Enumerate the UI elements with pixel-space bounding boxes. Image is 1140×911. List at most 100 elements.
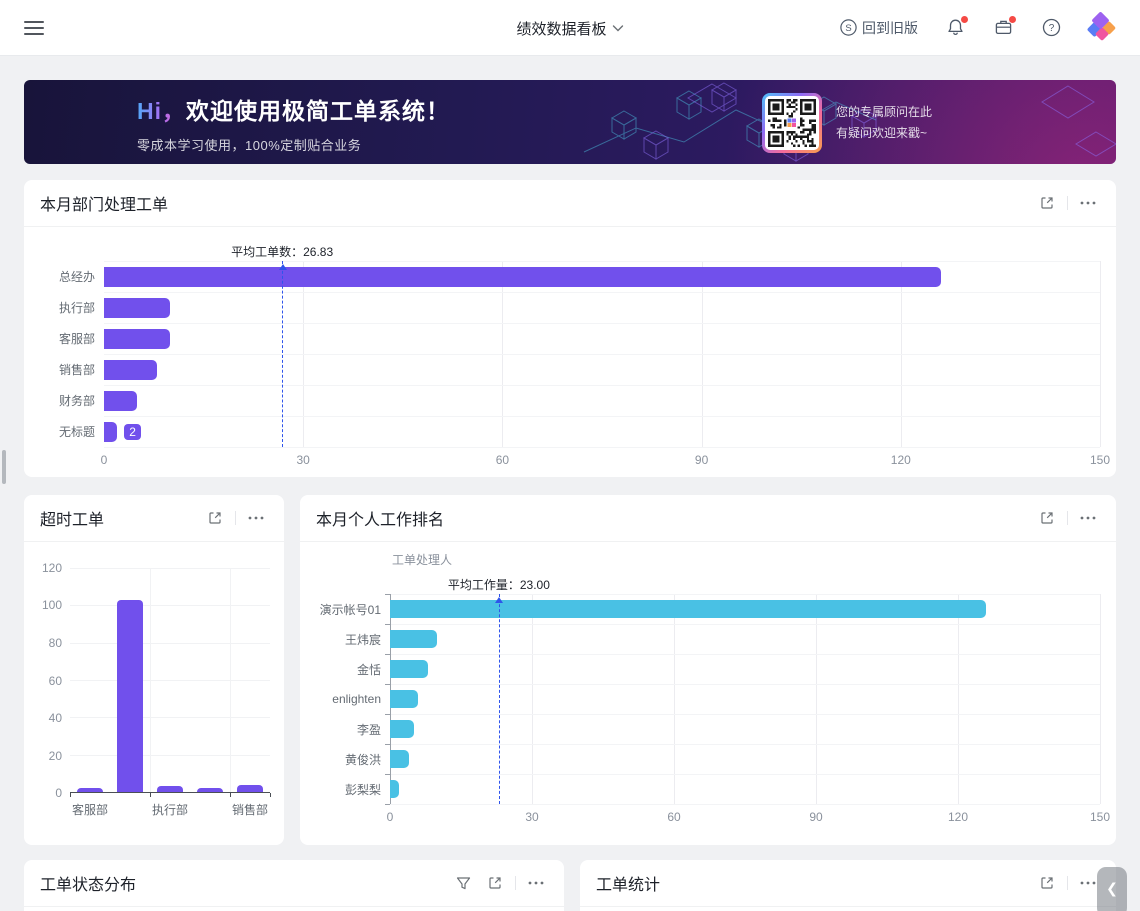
bar-row xyxy=(390,624,1100,654)
personal-bar-chart: 工单处理人平均工作量：23.00演示帐号01王炜宸金恬enlighten李盈黄俊… xyxy=(300,542,1116,832)
welcome-banner: Hi，欢迎使用极简工单系统！ 零成本学习使用，100%定制贴合业务 您的专属顾问… xyxy=(24,80,1116,164)
chart-head: 工单处理人平均工作量：23.00 xyxy=(316,550,1100,594)
expand-icon[interactable] xyxy=(203,506,227,530)
plot-grid: 2 xyxy=(104,261,1100,447)
notifications-bell-icon[interactable] xyxy=(944,17,966,39)
expand-icon[interactable] xyxy=(1035,191,1059,215)
bar-slot xyxy=(110,568,150,792)
more-menu-icon[interactable] xyxy=(1076,506,1100,530)
filter-icon[interactable] xyxy=(451,871,475,895)
category-label: 无标题 xyxy=(40,416,104,447)
dashboard-title-dropdown[interactable]: 绩效数据看板 xyxy=(516,0,623,56)
x-category-label: 销售部 xyxy=(230,801,270,818)
plot-grid xyxy=(390,594,1100,804)
banner-title: Hi，欢迎使用极简工单系统！ xyxy=(137,92,450,126)
x-tick-label: 0 xyxy=(387,810,394,824)
bar[interactable] xyxy=(390,660,428,678)
page-scrollbar-thumb[interactable] xyxy=(2,450,6,484)
bar[interactable] xyxy=(104,391,137,411)
svg-text:S: S xyxy=(845,23,851,34)
gridline xyxy=(1100,261,1101,447)
bar[interactable] xyxy=(237,785,263,792)
divider xyxy=(1067,196,1068,210)
bar-row xyxy=(104,323,1100,354)
svg-text:?: ? xyxy=(1048,23,1054,34)
card-personal-ranking: 本月个人工作排名 工单处理人平均工作量：23.00演示帐号01王炜宸金恬enli… xyxy=(300,495,1116,845)
card-dept-workorders: 本月部门处理工单 平均工单数：26.83总经办执行部客服部销售部财务部无标题20… xyxy=(24,180,1116,477)
category-label: 客服部 xyxy=(40,323,104,354)
expand-icon[interactable] xyxy=(483,871,507,895)
chart-plot-area: 演示帐号01王炜宸金恬enlighten李盈黄俊洪彭梨梨 xyxy=(316,594,1100,804)
x-axis: 客服部执行部销售部 xyxy=(38,801,270,818)
bar-row xyxy=(390,654,1100,684)
average-dashed-line xyxy=(282,261,283,447)
category-label: 金恬 xyxy=(316,654,390,684)
banner-subtitle: 零成本学习使用，100%定制贴合业务 xyxy=(137,135,450,154)
bars-layer xyxy=(70,568,270,792)
divider xyxy=(515,876,516,890)
back-to-old-version-button[interactable]: S 回到旧版 xyxy=(840,18,918,38)
card-header: 超时工单 xyxy=(24,495,284,542)
category-label: enlighten xyxy=(316,684,390,714)
row-separator xyxy=(104,447,1100,448)
y-tick-label: 80 xyxy=(49,636,62,650)
help-icon[interactable]: ? xyxy=(1040,17,1062,39)
more-menu-icon[interactable] xyxy=(244,506,268,530)
card-title: 超时工单 xyxy=(40,506,203,530)
average-line-label: 平均工单数：26.83 xyxy=(231,243,333,260)
hamburger-menu-icon[interactable] xyxy=(24,21,44,35)
app-logo[interactable] xyxy=(1088,14,1116,42)
bar[interactable] xyxy=(390,720,414,738)
row-separator xyxy=(390,804,1100,805)
bar[interactable] xyxy=(104,298,170,318)
expand-icon[interactable] xyxy=(1035,506,1059,530)
more-menu-icon[interactable] xyxy=(524,871,548,895)
bar[interactable] xyxy=(104,422,117,442)
x-tick-label: 90 xyxy=(809,810,822,824)
card-title: 工单统计 xyxy=(596,871,1035,895)
category-label: 销售部 xyxy=(40,354,104,385)
collapse-panel-handle[interactable]: ❮ xyxy=(1097,867,1127,911)
card-title: 本月部门处理工单 xyxy=(40,191,1035,215)
legacy-version-icon: S xyxy=(840,19,857,36)
bar-slot xyxy=(150,568,190,792)
x-tick-label: 60 xyxy=(496,453,509,467)
category-label: 财务部 xyxy=(40,385,104,416)
card-header: 本月个人工作排名 xyxy=(300,495,1116,542)
chart-plot-area: 总经办执行部客服部销售部财务部无标题2 xyxy=(40,261,1100,447)
top-bar-actions: S 回到旧版 ? xyxy=(840,14,1116,42)
card-title: 本月个人工作排名 xyxy=(316,506,1035,530)
bar[interactable] xyxy=(390,750,409,768)
y-tick-label: 0 xyxy=(55,786,62,800)
x-category-label xyxy=(190,801,230,818)
plot-grid xyxy=(70,568,270,793)
bar[interactable] xyxy=(390,690,418,708)
more-menu-icon[interactable] xyxy=(1076,191,1100,215)
x-tick-label: 90 xyxy=(695,453,708,467)
bar[interactable] xyxy=(104,267,941,287)
bar[interactable] xyxy=(390,780,399,798)
bar[interactable] xyxy=(104,329,170,349)
category-label: 演示帐号01 xyxy=(316,594,390,624)
bar[interactable] xyxy=(104,360,157,380)
workbench-badge xyxy=(1009,16,1016,23)
workbench-briefcase-icon[interactable] xyxy=(992,17,1014,39)
question-circle-icon: ? xyxy=(1042,18,1061,37)
bar[interactable] xyxy=(157,786,183,792)
bar[interactable] xyxy=(117,600,143,792)
qr-code xyxy=(762,93,822,153)
bar[interactable] xyxy=(390,630,437,648)
expand-icon[interactable] xyxy=(1035,871,1059,895)
y-tick-label: 20 xyxy=(49,749,62,763)
bar-slot xyxy=(70,568,110,792)
y-tick-label: 120 xyxy=(42,561,62,575)
bars-layer xyxy=(390,594,1100,804)
bar[interactable] xyxy=(197,788,223,792)
x-tick-label: 30 xyxy=(297,453,310,467)
bar[interactable] xyxy=(77,788,103,792)
x-tick-label: 120 xyxy=(891,453,911,467)
bar-row: 2 xyxy=(104,416,1100,447)
average-line-label: 平均工作量：23.00 xyxy=(448,576,550,593)
bar[interactable] xyxy=(390,600,986,618)
bar-row xyxy=(104,354,1100,385)
